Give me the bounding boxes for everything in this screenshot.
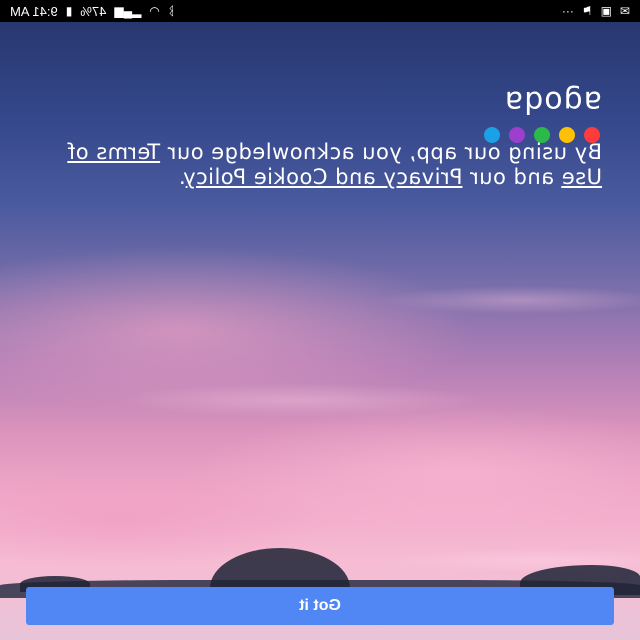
battery-icon: ▮ [65,4,73,18]
gallery-icon: ▣ [600,4,612,18]
status-time: 9:41 AM [10,3,58,19]
got-it-button[interactable]: Got it [26,587,614,625]
consent-suffix: . [178,165,186,189]
more-icon: ··· [561,4,574,18]
bluetooth-icon: ᛒ [167,4,175,18]
consent-middle: and our [462,165,562,189]
battery-percent: 47% [80,3,107,19]
alarm-icon: ⚑ [581,4,593,18]
wifi-icon: ◠ [149,4,160,18]
status-bar: ✉ ▣ ⚑ ··· ᛒ ◠ ▂▄▆ 47% ▮ 9:41 AM [0,0,640,22]
status-notifications: ✉ ▣ ⚑ ··· [561,4,630,18]
consent-text: By using our app, you acknowledge our Te… [62,140,602,190]
mail-icon: ✉ [619,4,630,18]
consent-prefix: By using our app, you acknowledge our [160,140,602,164]
privacy-policy-link[interactable]: Privacy and Cookie Policy [186,165,463,189]
agoda-logo: agoda [484,84,602,143]
logo-text: agoda [503,84,602,119]
status-system: ᛒ ◠ ▂▄▆ 47% ▮ 9:41 AM [10,4,175,19]
consent-screen: agoda By using our app, you acknowledge … [0,22,640,640]
signal-icon: ▂▄▆ [114,4,142,18]
